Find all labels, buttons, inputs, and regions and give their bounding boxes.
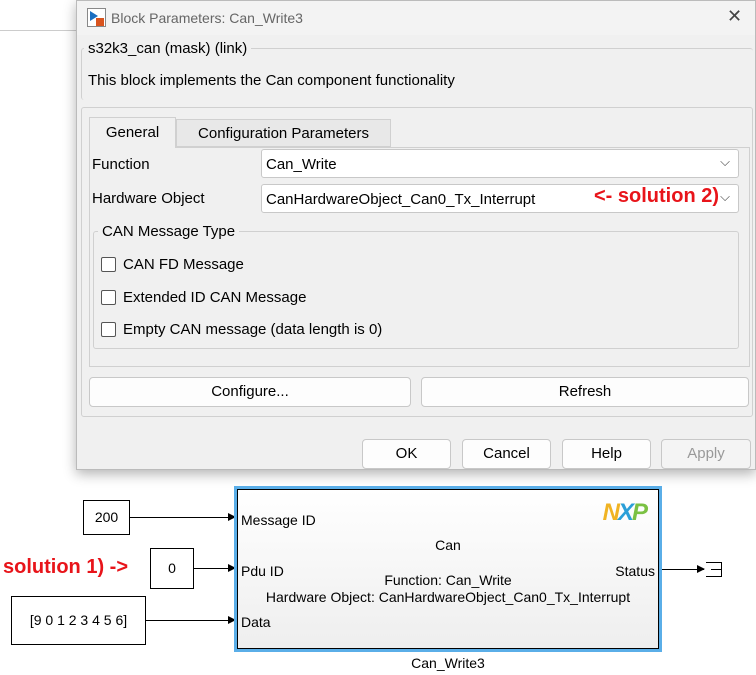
simulink-block-icon bbox=[87, 8, 106, 27]
tab-general[interactable]: General bbox=[89, 117, 176, 148]
signal-line bbox=[662, 565, 705, 573]
refresh-button[interactable]: Refresh bbox=[421, 377, 749, 407]
constant-data[interactable]: [9 0 1 2 3 4 5 6] bbox=[11, 596, 146, 645]
chevron-down-icon: ⌵ bbox=[720, 154, 730, 169]
description: This block implements the Can component … bbox=[88, 72, 455, 89]
canvas-line bbox=[0, 30, 76, 31]
can-write-block[interactable]: NXP Message ID Pdu ID Data Status Can Fu… bbox=[234, 486, 662, 652]
extended-id-label: Extended ID CAN Message bbox=[123, 289, 307, 306]
block-name[interactable]: Can_Write3 bbox=[234, 655, 662, 671]
can-message-type-label: CAN Message Type bbox=[98, 223, 240, 240]
port-message-id: Message ID bbox=[241, 512, 316, 528]
terminator-block[interactable] bbox=[706, 562, 722, 577]
signal-line bbox=[194, 564, 236, 572]
block-title: Can bbox=[435, 537, 461, 553]
block-parameters-dialog: Block Parameters: Can_Write3 ✕ s32k3_can… bbox=[76, 0, 756, 470]
solution-2-annotation: <- solution 2) bbox=[594, 185, 719, 207]
apply-button[interactable]: Apply bbox=[661, 439, 751, 469]
constant-pdu-id[interactable]: 0 bbox=[150, 548, 194, 589]
ok-button[interactable]: OK bbox=[362, 439, 451, 469]
chevron-down-icon: ⌵ bbox=[720, 189, 730, 204]
close-icon[interactable]: ✕ bbox=[727, 6, 742, 27]
cancel-button[interactable]: Cancel bbox=[462, 439, 551, 469]
hardware-object-label: Hardware Object bbox=[92, 190, 205, 207]
signal-line bbox=[130, 513, 236, 521]
can-fd-label: CAN FD Message bbox=[123, 256, 244, 273]
help-button[interactable]: Help bbox=[562, 439, 651, 469]
nxp-logo: NXP bbox=[602, 499, 648, 526]
title-bar[interactable]: Block Parameters: Can_Write3 ✕ bbox=[77, 1, 755, 35]
block-hardware-text: Hardware Object: CanHardwareObject_Can0_… bbox=[265, 589, 631, 605]
mask-title: s32k3_can (mask) (link) bbox=[84, 40, 252, 57]
solution-1-annotation: solution 1) -> bbox=[3, 556, 128, 578]
block-function-text: Function: Can_Write bbox=[384, 572, 512, 588]
empty-message-label: Empty CAN message (data length is 0) bbox=[123, 321, 383, 338]
signal-line bbox=[146, 616, 236, 624]
extended-id-checkbox[interactable] bbox=[101, 290, 116, 305]
tab-configuration-parameters[interactable]: Configuration Parameters bbox=[176, 119, 391, 147]
function-value: Can_Write bbox=[266, 156, 337, 173]
empty-message-checkbox[interactable] bbox=[101, 322, 116, 337]
function-dropdown[interactable]: Can_Write ⌵ bbox=[261, 149, 739, 178]
constant-message-id[interactable]: 200 bbox=[83, 500, 130, 535]
configure-button[interactable]: Configure... bbox=[89, 377, 411, 407]
can-fd-checkbox[interactable] bbox=[101, 257, 116, 272]
function-label: Function bbox=[92, 156, 150, 173]
dialog-title: Block Parameters: Can_Write3 bbox=[111, 10, 303, 26]
port-data: Data bbox=[241, 614, 271, 630]
hardware-object-value: CanHardwareObject_Can0_Tx_Interrupt bbox=[266, 191, 536, 208]
